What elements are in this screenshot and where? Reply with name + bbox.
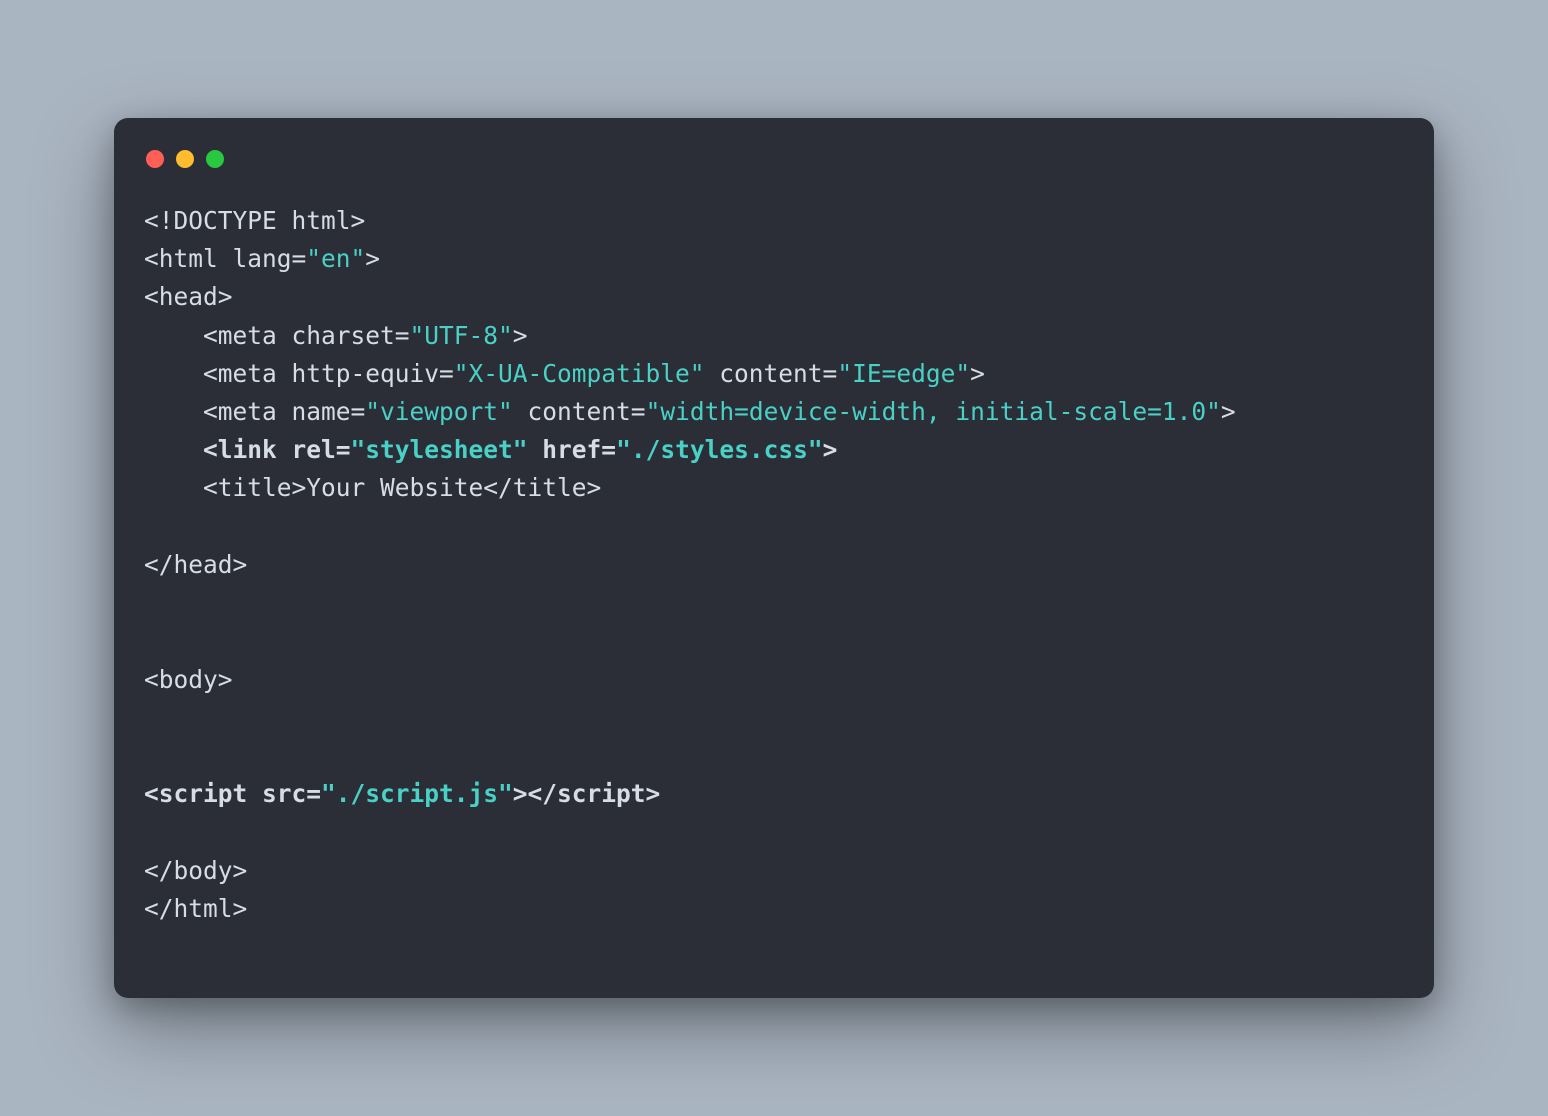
- code-blank-2: [144, 588, 159, 617]
- code-line-13: </html>: [144, 894, 247, 923]
- code-line-3: <head>: [144, 282, 233, 311]
- code-line-7: <link rel="stylesheet" href="./styles.cs…: [144, 435, 837, 464]
- code-blank-6: [144, 817, 159, 846]
- code-line-5: <meta http-equiv="X-UA-Compatible" conte…: [144, 359, 985, 388]
- code-blank-3: [144, 626, 159, 655]
- code-line-6: <meta name="viewport" content="width=dev…: [144, 397, 1236, 426]
- code-line-2: <html lang="en">: [144, 244, 380, 273]
- code-blank-5: [144, 741, 159, 770]
- code-line-8: <title>Your Website</title>: [144, 473, 601, 502]
- code-blank-4: [144, 703, 159, 732]
- code-block: <!DOCTYPE html> <html lang="en"> <head> …: [144, 202, 1404, 928]
- code-line-11: <script src="./script.js"></script>: [144, 779, 660, 808]
- code-line-4: <meta charset="UTF-8">: [144, 321, 528, 350]
- code-line-10: <body>: [144, 665, 233, 694]
- code-line-1: <!DOCTYPE html>: [144, 206, 365, 235]
- close-icon[interactable]: [146, 150, 164, 168]
- code-window: <!DOCTYPE html> <html lang="en"> <head> …: [114, 118, 1434, 998]
- code-line-9: </head>: [144, 550, 247, 579]
- code-blank-1: [144, 512, 159, 541]
- code-line-12: </body>: [144, 856, 247, 885]
- minimize-icon[interactable]: [176, 150, 194, 168]
- window-titlebar: [144, 144, 1404, 202]
- maximize-icon[interactable]: [206, 150, 224, 168]
